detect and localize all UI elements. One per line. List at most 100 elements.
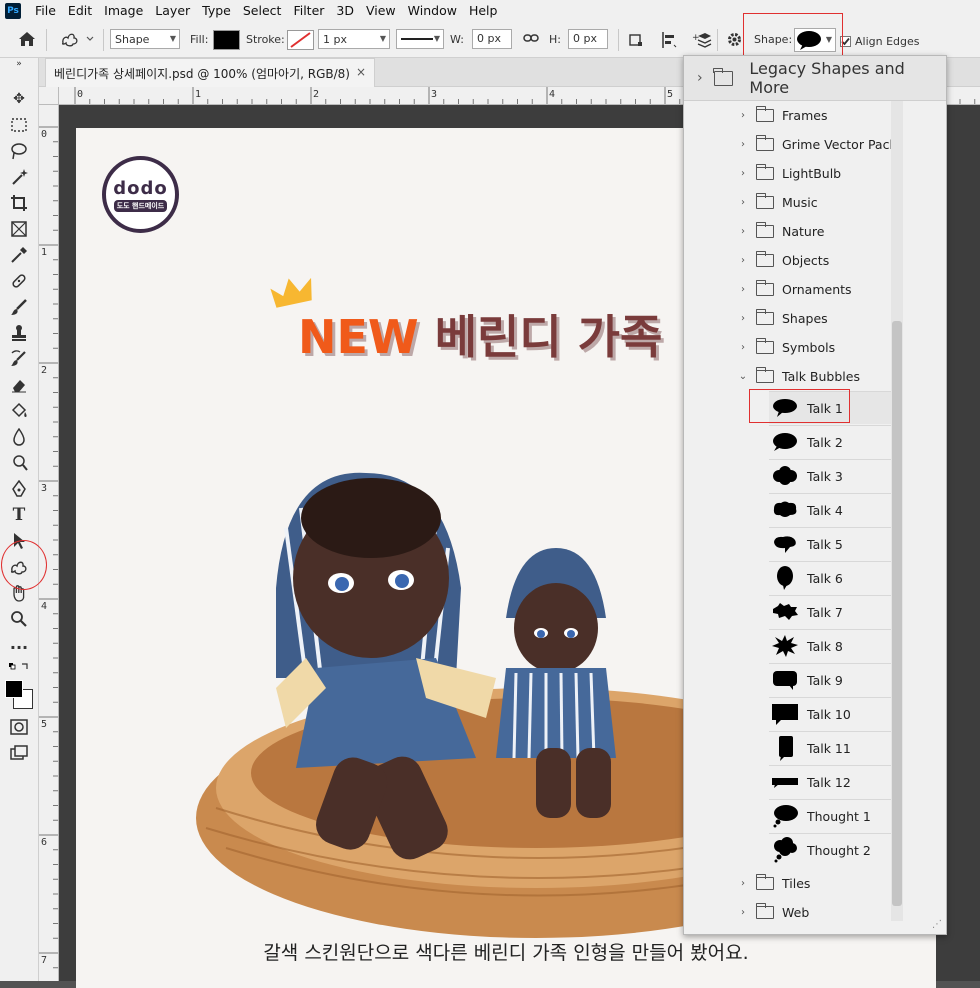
shape-picker-panel: › Legacy Shapes and More › Frames › Grime …	[683, 55, 947, 935]
brush-tool-icon[interactable]	[8, 296, 30, 318]
clone-stamp-tool-icon[interactable]	[8, 322, 30, 344]
type-tool-icon[interactable]: T	[8, 504, 30, 526]
menu-filter[interactable]: Filter	[287, 0, 330, 21]
menu-select[interactable]: Select	[237, 0, 288, 21]
shape-talk-1[interactable]: Talk 1	[769, 391, 901, 424]
folder-label: Talk Bubbles	[782, 369, 860, 384]
folder-icon	[755, 222, 774, 238]
history-brush-tool-icon[interactable]	[8, 348, 30, 370]
tool-mode-select[interactable]: Shape ▼	[110, 29, 180, 49]
screen-mode-icon[interactable]	[8, 742, 30, 764]
paint-bucket-tool-icon[interactable]	[8, 400, 30, 422]
panel-scrollbar-thumb[interactable]	[892, 321, 902, 906]
chevron-right-icon: ›	[741, 139, 745, 150]
link-icon[interactable]	[523, 31, 539, 45]
path-operations-icon[interactable]	[628, 32, 644, 48]
shape-talk-2[interactable]: Talk 2	[769, 425, 901, 458]
eraser-tool-icon[interactable]	[8, 374, 30, 396]
menu-view[interactable]: View	[360, 0, 402, 21]
height-input[interactable]: 0 px	[568, 29, 608, 49]
legacy-shapes-folder[interactable]: › Legacy Shapes and More	[684, 56, 946, 101]
custom-shape-tool-highlight	[1, 540, 47, 590]
height-label: H:	[549, 33, 561, 46]
shape-picker[interactable]: ▼	[794, 28, 836, 52]
magic-wand-tool-icon[interactable]	[8, 166, 30, 188]
custom-shape-tool-preset-icon[interactable]	[60, 30, 96, 48]
align-edges-checkbox[interactable]	[840, 36, 851, 47]
shape-talk-4[interactable]: Talk 4	[769, 493, 901, 526]
ruler-label: 0	[77, 89, 84, 100]
fill-color-swatch[interactable]	[213, 30, 240, 50]
shape-talk-10[interactable]: Talk 10	[769, 697, 901, 730]
menu-edit[interactable]: Edit	[62, 0, 98, 21]
menu-window[interactable]: Window	[402, 0, 463, 21]
tool-mode-value: Shape	[115, 32, 150, 46]
zoom-tool-icon[interactable]	[8, 608, 30, 630]
rect-bubble-icon	[769, 700, 801, 728]
menu-help[interactable]: Help	[463, 0, 504, 21]
gear-icon[interactable]	[726, 31, 743, 48]
shape-thought-1[interactable]: Thought 1	[769, 799, 901, 832]
stroke-width-select[interactable]: 1 px ▼	[318, 29, 390, 49]
chevron-right-icon: ›	[741, 284, 745, 295]
menu-file[interactable]: File	[29, 0, 62, 21]
document-tab[interactable]: 베린디가족 상세페이지.psd @ 100% (엄마아기, RGB/8) ×	[45, 58, 375, 87]
folder-label: LightBulb	[782, 166, 842, 181]
folder-icon	[755, 193, 774, 209]
shape-talk-6[interactable]: Talk 6	[769, 561, 901, 594]
quick-mask-icon[interactable]	[8, 716, 30, 738]
cloud-bubble-icon	[769, 496, 801, 524]
resize-grip-icon[interactable]: ⋰	[932, 919, 942, 930]
crop-tool-icon[interactable]	[8, 192, 30, 214]
path-alignment-icon[interactable]	[660, 31, 678, 49]
folder-icon	[713, 67, 734, 86]
shape-label: Talk 3	[807, 468, 843, 484]
ruler-label: 6	[41, 837, 48, 848]
frame-tool-icon[interactable]	[8, 218, 30, 240]
shape-talk-3[interactable]: Talk 3	[769, 459, 901, 492]
close-icon[interactable]: ×	[356, 65, 366, 79]
home-icon[interactable]	[18, 31, 36, 47]
shape-talk-7[interactable]: Talk 7	[769, 595, 901, 628]
shape-talk-9[interactable]: Talk 9	[769, 663, 901, 696]
shape-talk-12[interactable]: Talk 12	[769, 765, 901, 798]
stroke-color-swatch[interactable]	[287, 30, 314, 50]
collapse-toolbar-icon[interactable]: »	[8, 58, 30, 70]
menu-type[interactable]: Type	[196, 0, 237, 21]
healing-brush-tool-icon[interactable]	[8, 270, 30, 292]
eyedropper-tool-icon[interactable]	[8, 244, 30, 266]
vertical-ruler[interactable]: 0 1 2 3 4 5 6 7	[39, 105, 59, 981]
shape-thought-2[interactable]: Thought 2	[769, 833, 901, 866]
more-tools-icon[interactable]: ···	[8, 636, 30, 658]
ruler-corner	[39, 87, 59, 105]
path-arrangement-icon[interactable]: +	[692, 31, 712, 49]
options-bar: Shape ▼ Fill: Stroke: 1 px ▼ ▼ W: 0 px H…	[0, 21, 980, 58]
move-tool-icon[interactable]: ✥	[8, 88, 30, 110]
dodge-tool-icon[interactable]	[8, 452, 30, 474]
shape-label: Shape:	[754, 33, 793, 46]
chevron-down-icon: ▼	[433, 34, 440, 43]
menu-3d[interactable]: 3D	[330, 0, 360, 21]
shape-talk-11[interactable]: Talk 11	[769, 731, 901, 764]
photoshop-logo-icon: Ps	[5, 2, 21, 19]
menu-layer[interactable]: Layer	[149, 0, 196, 21]
folder-label: Music	[782, 195, 818, 210]
folder-icon	[755, 874, 774, 890]
folder-icon	[755, 338, 774, 354]
burst-bubble-icon	[769, 632, 801, 660]
ruler-label: 3	[431, 89, 438, 100]
shape-talk-8[interactable]: Talk 8	[769, 629, 901, 662]
lasso-tool-icon[interactable]	[8, 140, 30, 162]
shape-talk-5[interactable]: Talk 5	[769, 527, 901, 560]
foreground-color-swatch[interactable]	[5, 680, 23, 698]
blur-tool-icon[interactable]	[8, 426, 30, 448]
swap-colors-icon[interactable]	[8, 660, 30, 674]
width-input[interactable]: 0 px	[472, 29, 512, 49]
stroke-style-select[interactable]: ▼	[396, 29, 444, 49]
stroke-line-icon	[401, 38, 433, 40]
ruler-label: 5	[41, 719, 48, 730]
menu-image[interactable]: Image	[98, 0, 149, 21]
shape-folder-list: › Frames › Grime Vector Pack › LightBulb › M…	[696, 101, 901, 921]
pen-tool-icon[interactable]	[8, 478, 30, 500]
marquee-tool-icon[interactable]	[8, 114, 30, 136]
